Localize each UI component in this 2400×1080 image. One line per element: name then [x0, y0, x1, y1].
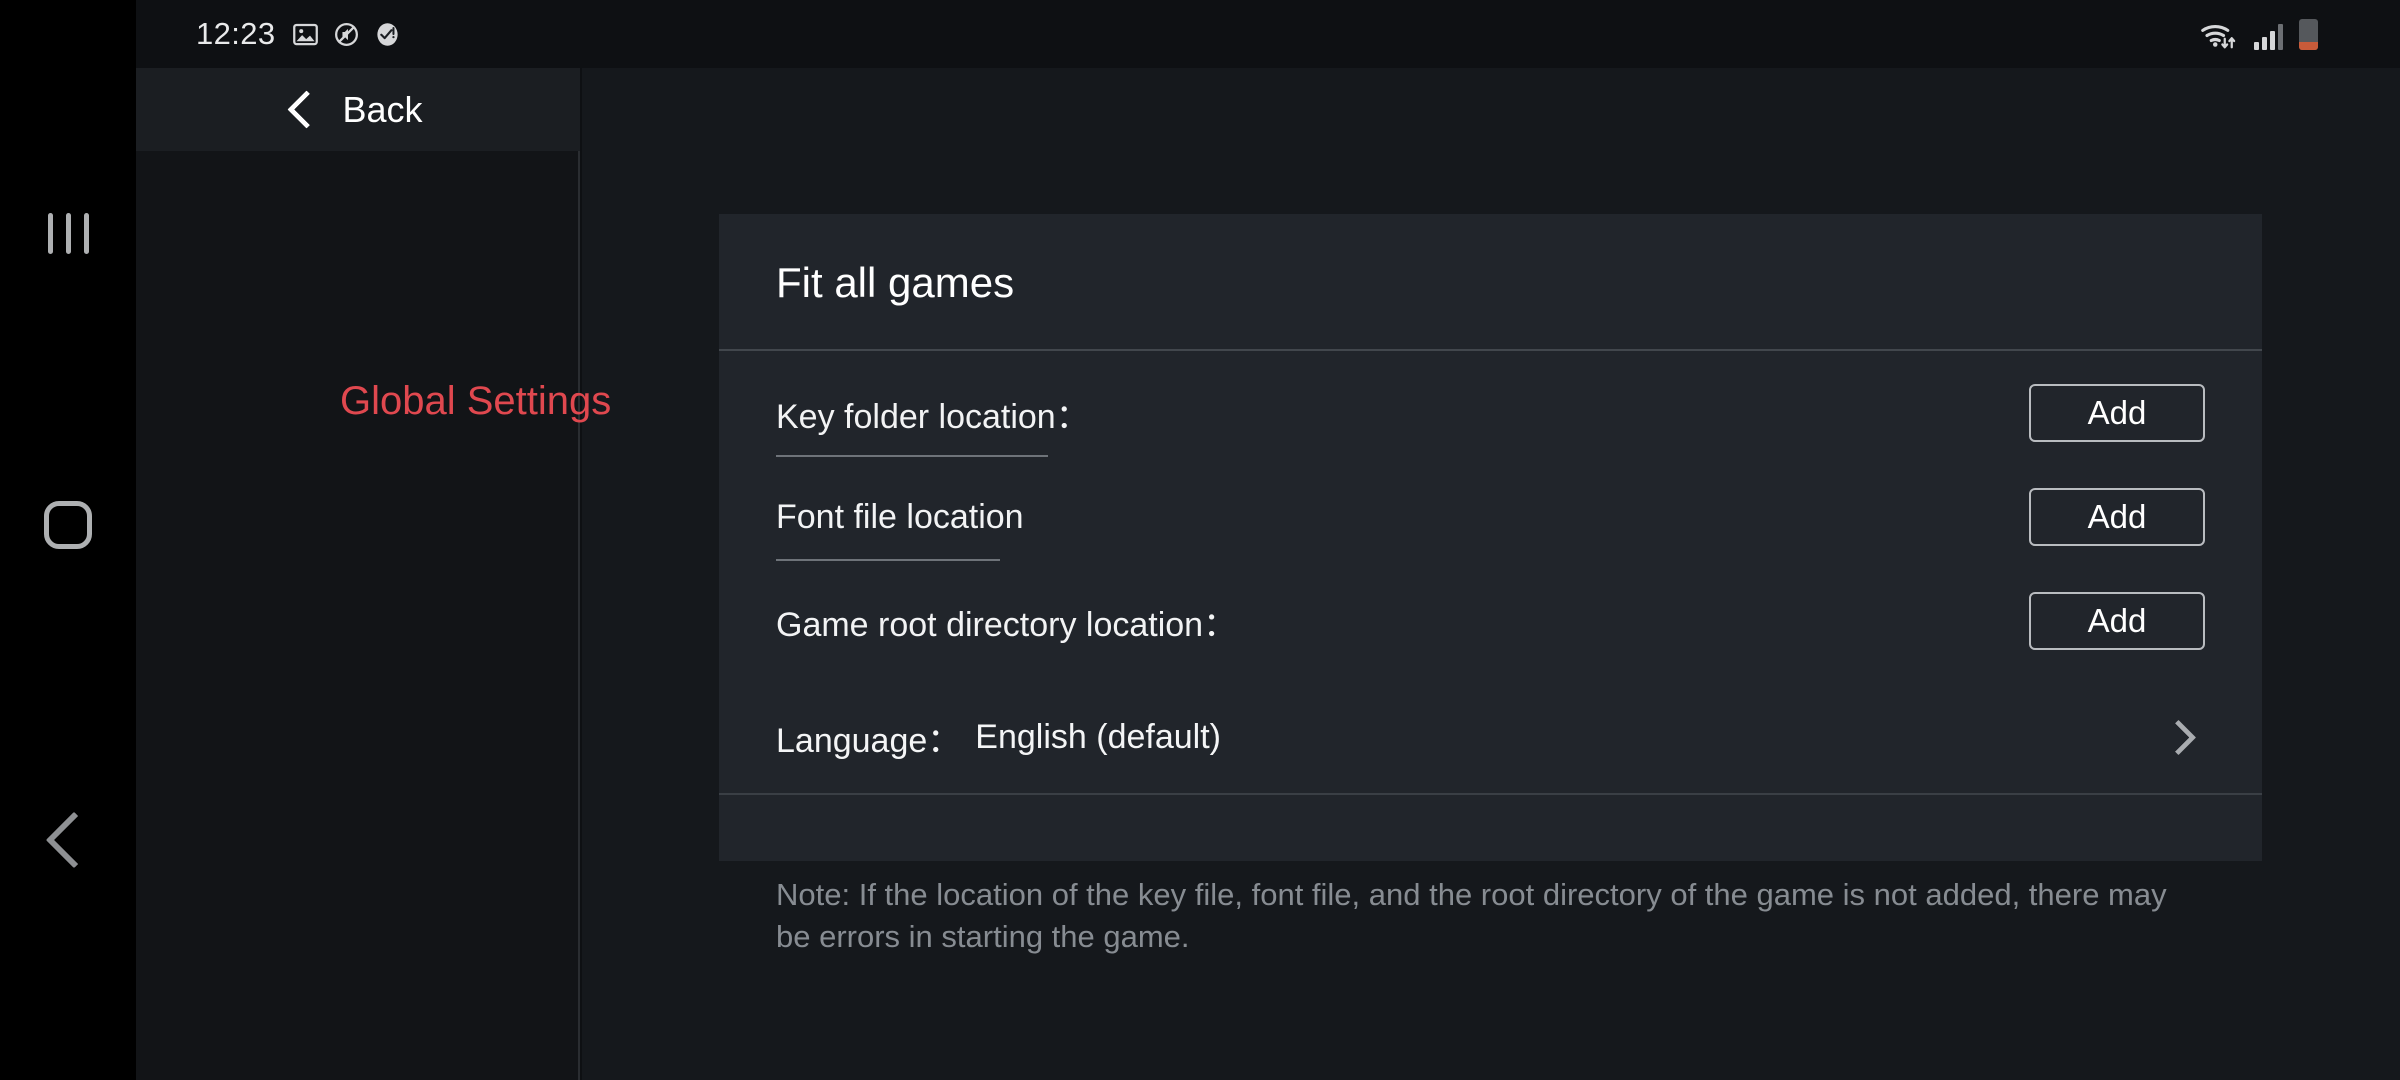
language-card: Language： English (default) [719, 681, 2262, 861]
location-rows: Key folder location： Add Font file locat… [719, 351, 2262, 711]
row-font-file-location: Font file location Add [719, 465, 2262, 569]
cellular-signal-icon [2254, 23, 2283, 50]
settings-content: Fit all games Key folder location： Add F… [582, 68, 2400, 1080]
row-label: Font file location [776, 497, 1024, 536]
android-navigation-bar [0, 0, 136, 1080]
row-input-underline[interactable] [776, 559, 1000, 561]
no-sound-icon [334, 22, 358, 46]
app-header: Back [136, 68, 580, 151]
status-bar-system-icons [2200, 18, 2318, 50]
back-button[interactable]: Back [287, 88, 423, 131]
home-button[interactable] [0, 470, 136, 580]
status-bar-left: 12:23 [196, 16, 401, 52]
check-alert-icon [376, 22, 398, 46]
language-card-filler [719, 795, 2262, 861]
recents-button[interactable] [0, 178, 136, 288]
language-label: Language： [776, 721, 962, 760]
row-input-underline[interactable] [776, 455, 1048, 457]
card-title: Fit all games [719, 214, 2262, 351]
add-font-file-button[interactable]: Add [2029, 488, 2205, 546]
add-game-root-button[interactable]: Add [2029, 592, 2205, 650]
chevron-left-icon [287, 90, 327, 129]
add-key-folder-button[interactable]: Add [2029, 384, 2205, 442]
recents-icon [47, 212, 89, 254]
note-text: Note: If the location of the key file, f… [776, 877, 2167, 954]
back-button-label: Back [342, 88, 423, 130]
row-key-folder-location: Key folder location： Add [719, 361, 2262, 465]
home-icon [44, 501, 92, 549]
row-game-root-directory-location: Game root directory location： Add [719, 569, 2262, 673]
sidebar-item-label: Global Settings [340, 379, 612, 423]
fit-all-games-card: Fit all games Key folder location： Add F… [719, 214, 2262, 711]
back-icon [45, 811, 103, 869]
language-value: English (default) [975, 717, 1221, 756]
language-row[interactable]: Language： English (default) [719, 681, 2262, 795]
status-bar: 12:23 [136, 0, 2400, 68]
image-icon [292, 23, 318, 45]
system-back-button[interactable] [0, 785, 136, 895]
battery-low-icon [2299, 18, 2318, 50]
status-clock: 12:23 [196, 16, 276, 51]
settings-sidebar: Global Settings [136, 151, 611, 1080]
row-label: Game root directory location： [776, 605, 1238, 644]
status-bar-notification-icons [292, 21, 401, 48]
row-label: Key folder location： [776, 397, 1090, 436]
sidebar-item-global-settings[interactable]: Global Settings [340, 379, 611, 424]
phone-screen: 12:23 Back Global Settings Fit all games… [0, 0, 2400, 1080]
chevron-right-icon [2160, 719, 2197, 755]
wifi-transfer-icon [2201, 24, 2236, 48]
